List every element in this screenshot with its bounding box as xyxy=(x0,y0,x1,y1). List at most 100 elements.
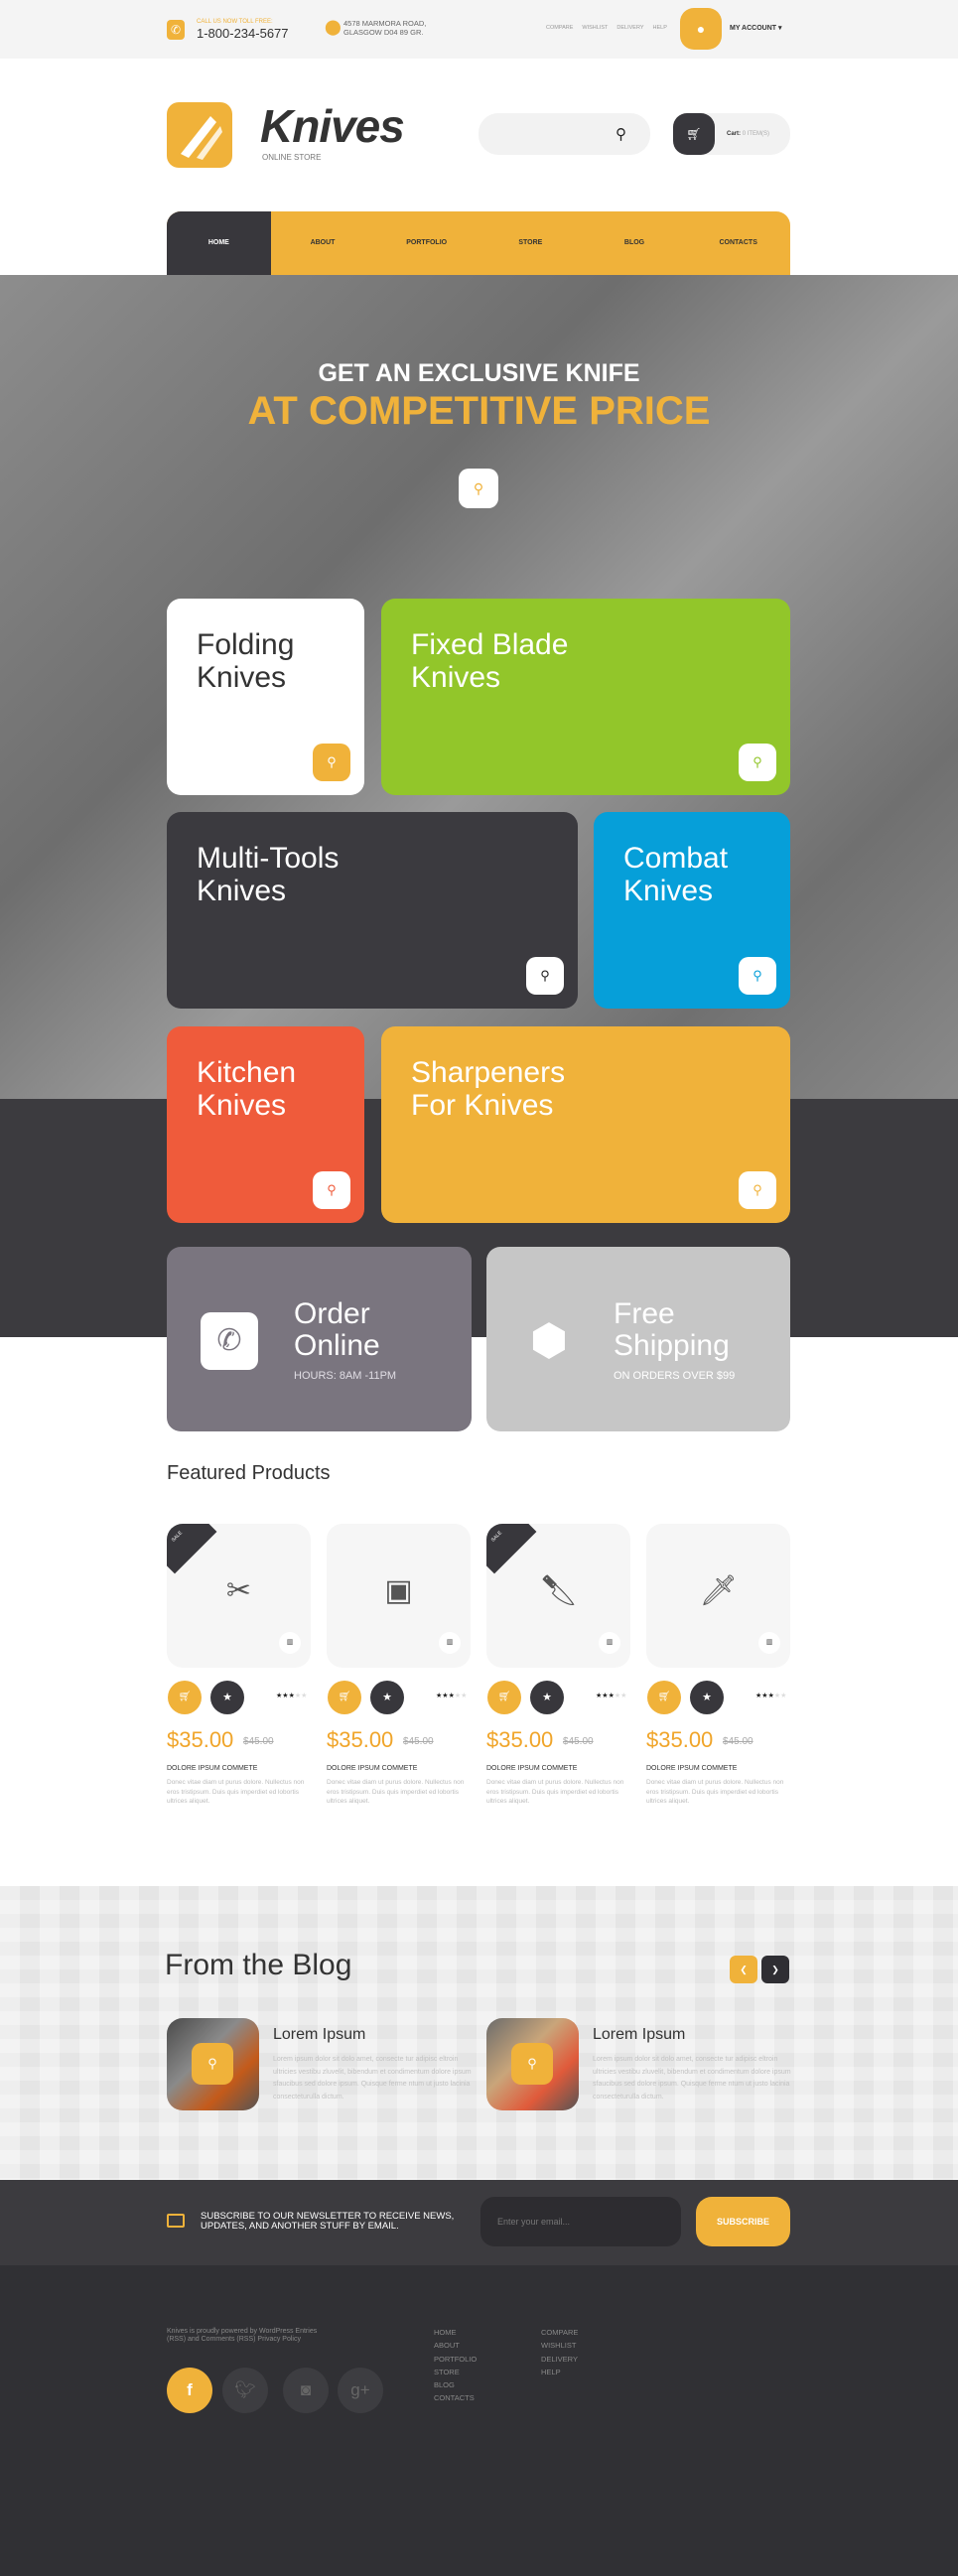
footer-link-help[interactable]: HELP xyxy=(541,2366,578,2378)
add-to-cart-button[interactable]: 🛒︎ xyxy=(328,1681,361,1714)
blog-prev-button[interactable]: ❮ xyxy=(730,1956,757,1983)
compare-button[interactable]: ▥ xyxy=(758,1632,780,1654)
email-input[interactable] xyxy=(480,2197,681,2246)
top-link-wishlist[interactable]: WISHLIST xyxy=(582,25,608,31)
search-icon: ⚲ xyxy=(753,754,762,769)
footer-credit: Knives is proudly powered by WordPress E… xyxy=(167,2328,317,2344)
order-online-box[interactable]: ✆ Order Online HOURS: 8AM -11PM xyxy=(167,1247,472,1431)
footer-link-wishlist[interactable]: WISHLIST xyxy=(541,2339,578,2352)
sale-badge xyxy=(167,1524,217,1574)
category-search-button[interactable]: ⚲ xyxy=(313,1171,350,1209)
add-to-cart-button[interactable]: 🛒︎ xyxy=(647,1681,681,1714)
chart-icon: ▥ xyxy=(765,1639,773,1646)
free-shipping-box[interactable]: ⬢ Free Shipping ON ORDERS OVER $99 xyxy=(486,1247,790,1431)
call-label: CALL US NOW TOLL FREE: xyxy=(197,19,273,25)
product-image[interactable]: 🗡︎ ▥ xyxy=(646,1524,790,1668)
blog-post[interactable]: ⚲ Lorem Ipsum Lorem ipsum dolor sit dolo… xyxy=(486,2018,791,2110)
cart-label: Cart: 0 ITEM(S) xyxy=(727,131,769,137)
star-icon: ★ xyxy=(620,1693,627,1699)
star-icon: ★ xyxy=(702,1692,712,1703)
blog-post-title[interactable]: Lorem Ipsum xyxy=(273,2026,365,2044)
footer-link-about[interactable]: ABOUT xyxy=(434,2339,477,2352)
subscribe-button[interactable]: SUBSCRIBE xyxy=(696,2197,790,2246)
add-to-cart-button[interactable]: 🛒︎ xyxy=(168,1681,202,1714)
top-link-delivery[interactable]: DELIVERY xyxy=(616,25,643,31)
blog-zoom-button[interactable]: ⚲ xyxy=(511,2043,553,2085)
nav-store[interactable]: STORE xyxy=(479,211,583,275)
wishlist-button[interactable]: ★ xyxy=(690,1681,724,1714)
category-search-button[interactable]: ⚲ xyxy=(526,957,564,995)
footer-link-compare[interactable]: COMPARE xyxy=(541,2326,578,2339)
footer-link-home[interactable]: HOME xyxy=(434,2326,477,2339)
cart-button[interactable]: 🛒︎ xyxy=(673,113,715,155)
product-image[interactable]: ▣ ▥ xyxy=(327,1524,471,1668)
category-title-line2: Knives xyxy=(197,661,287,694)
blog-zoom-button[interactable]: ⚲ xyxy=(192,2043,233,2085)
chevron-left-icon: ❮ xyxy=(740,1965,748,1974)
phone-number: 1-800-234-5677 xyxy=(197,26,289,41)
blog-next-button[interactable]: ❯ xyxy=(761,1956,789,1983)
star-icon: ★ xyxy=(382,1692,392,1703)
compare-button[interactable]: ▥ xyxy=(279,1632,301,1654)
nav-contacts[interactable]: CONTACTS xyxy=(686,211,790,275)
footer-credit-line2[interactable]: (RSS) and Comments (RSS) Privacy Policy xyxy=(167,2336,317,2344)
blog-post[interactable]: ⚲ Lorem Ipsum Lorem ipsum dolor sit dolo… xyxy=(167,2018,472,2110)
footer-link-delivery[interactable]: DELIVERY xyxy=(541,2353,578,2366)
product-description: Donec vitae diam ut purus dolore. Nullec… xyxy=(486,1779,624,1805)
footer-credit-line1[interactable]: Knives is proudly powered by WordPress E… xyxy=(167,2328,317,2336)
category-title-line1: Combat xyxy=(623,842,729,875)
category-search-button[interactable]: ⚲ xyxy=(739,957,776,995)
nav-home[interactable]: HOME xyxy=(167,211,271,275)
category-multi-tools-knives[interactable]: Multi-Tools Knives ⚲ xyxy=(167,812,578,1009)
category-folding-knives[interactable]: Folding Knives ⚲ xyxy=(167,599,364,795)
product-name[interactable]: DOLORE IPSUM COMMETE xyxy=(486,1765,577,1772)
info-title-line2: Shipping xyxy=(614,1329,730,1362)
add-to-cart-button[interactable]: 🛒︎ xyxy=(487,1681,521,1714)
category-search-button[interactable]: ⚲ xyxy=(739,1171,776,1209)
footer-link-portfolio[interactable]: PORTFOLIO xyxy=(434,2353,477,2366)
category-kitchen-knives[interactable]: Kitchen Knives ⚲ xyxy=(167,1026,364,1223)
top-link-compare[interactable]: COMPARE xyxy=(546,25,573,31)
category-search-button[interactable]: ⚲ xyxy=(313,744,350,781)
nav-blog[interactable]: BLOG xyxy=(583,211,687,275)
category-title-line2: Knives xyxy=(411,661,501,694)
top-link-help[interactable]: HELP xyxy=(653,25,667,31)
facebook-button[interactable]: f xyxy=(167,2368,212,2413)
product-image[interactable]: SALE ✂ ▥ xyxy=(167,1524,311,1668)
product-name[interactable]: DOLORE IPSUM COMMETE xyxy=(646,1765,737,1772)
star-icon: ★ xyxy=(301,1693,308,1699)
address: 4578 MARMORA ROAD, GLASGOW D04 89 GR. xyxy=(343,19,426,37)
phone-icon: ✆ xyxy=(201,1312,258,1370)
compare-button[interactable]: ▥ xyxy=(599,1632,620,1654)
footer-link-contacts[interactable]: CONTACTS xyxy=(434,2391,477,2404)
newsletter-text-line2: UPDATES, AND ANOTHER STUFF BY EMAIL. xyxy=(201,2221,399,2232)
category-sharpeners[interactable]: Sharpeners For Knives ⚲ xyxy=(381,1026,790,1223)
my-account-dropdown[interactable]: MY ACCOUNT ▾ xyxy=(730,24,782,32)
twitter-button[interactable]: 🐦︎ xyxy=(222,2368,268,2413)
account-button[interactable]: ● xyxy=(680,8,722,50)
category-fixed-blade-knives[interactable]: Fixed Blade Knives ⚲ xyxy=(381,599,790,795)
logo-title[interactable]: Knives xyxy=(260,99,405,153)
footer-link-blog[interactable]: BLOG xyxy=(434,2378,477,2391)
category-combat-knives[interactable]: Combat Knives ⚲ xyxy=(594,812,790,1009)
wishlist-button[interactable]: ★ xyxy=(370,1681,404,1714)
category-title: Fixed Blade Knives xyxy=(411,628,568,694)
search-icon[interactable]: ⚲ xyxy=(616,125,626,143)
instagram-button[interactable]: ◙ xyxy=(283,2368,329,2413)
hero-search-button[interactable]: ⚲ xyxy=(459,469,498,508)
product-name[interactable]: DOLORE IPSUM COMMETE xyxy=(327,1765,417,1772)
product-image[interactable]: SALE 🔪︎ ▥ xyxy=(486,1524,630,1668)
rating-stars: ★★★★★ xyxy=(276,1692,307,1699)
google-plus-button[interactable]: g+ xyxy=(338,2368,383,2413)
wishlist-button[interactable]: ★ xyxy=(210,1681,244,1714)
wishlist-button[interactable]: ★ xyxy=(530,1681,564,1714)
logo-icon[interactable] xyxy=(167,102,232,168)
nav-portfolio[interactable]: PORTFOLIO xyxy=(374,211,479,275)
footer-link-store[interactable]: STORE xyxy=(434,2366,477,2378)
blog-post-title[interactable]: Lorem Ipsum xyxy=(593,2026,685,2044)
product-name[interactable]: DOLORE IPSUM COMMETE xyxy=(167,1765,257,1772)
search-icon: ⚲ xyxy=(540,968,550,983)
category-search-button[interactable]: ⚲ xyxy=(739,744,776,781)
compare-button[interactable]: ▥ xyxy=(439,1632,461,1654)
nav-about[interactable]: ABOUT xyxy=(271,211,375,275)
